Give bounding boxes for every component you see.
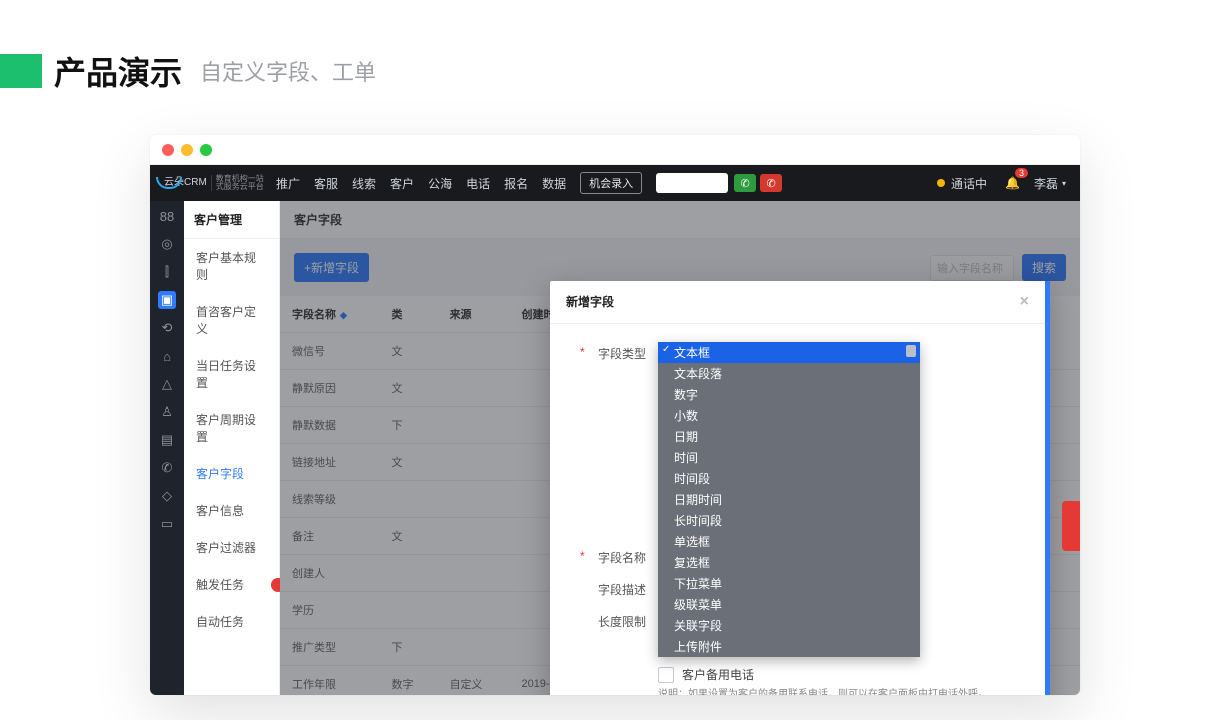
feedback-tab[interactable]: [1062, 501, 1080, 551]
user-menu[interactable]: 李磊 ▾: [1034, 175, 1066, 192]
dropdown-option[interactable]: 日期: [658, 426, 920, 447]
dropdown-option[interactable]: 长时间段: [658, 510, 920, 531]
window-titlebar: [150, 135, 1080, 165]
rail-list-icon[interactable]: ▤: [158, 431, 176, 449]
dropdown-option[interactable]: 日期时间: [658, 489, 920, 510]
rail-user-icon[interactable]: ▣: [158, 291, 176, 309]
backup-phone-label: 客户备用电话: [682, 666, 754, 683]
rail-card-icon[interactable]: ▭: [158, 515, 176, 533]
notifications-button[interactable]: 🔔 3: [1005, 176, 1020, 190]
dropdown-option[interactable]: 数字: [658, 384, 920, 405]
dropdown-option[interactable]: 单选框: [658, 531, 920, 552]
notification-count: 3: [1015, 168, 1028, 178]
dropdown-option[interactable]: 文本框: [658, 342, 920, 363]
nav-item-customer[interactable]: 客户: [390, 175, 414, 192]
submenu-customer-info[interactable]: 客户信息: [184, 492, 279, 529]
field-type-dropdown[interactable]: 文本框文本段落数字小数日期时间时间段日期时间长时间段单选框复选框下拉菜单级联菜单…: [658, 342, 920, 657]
page-subtitle: 自定义字段、工单: [200, 55, 376, 87]
submenu-auto-task[interactable]: 自动任务: [184, 603, 279, 640]
bell-icon: 🔔: [1005, 176, 1020, 190]
icon-rail: 88 ◎ ⫿ ▣ ⟲ ⌂ △ ♙ ▤ ✆ ◇ ▭: [150, 201, 184, 695]
modal-title: 新增字段: [566, 293, 614, 311]
chevron-down-icon: ▾: [1062, 179, 1066, 188]
dropdown-option[interactable]: 时间段: [658, 468, 920, 489]
maximize-window-button[interactable]: [200, 144, 212, 156]
status-dot-icon: [937, 179, 945, 187]
dropdown-option[interactable]: 关联字段: [658, 615, 920, 636]
app-window: 云朵CRM 教育机构一站 式服务云平台 推广 客服 线索 客户 公海 电话 报名…: [150, 135, 1080, 695]
brand-sub2: 式服务云平台: [216, 183, 264, 191]
opportunity-record-button[interactable]: 机会录入: [580, 172, 642, 194]
rail-dashboard-icon[interactable]: 88: [158, 207, 176, 225]
dropdown-option[interactable]: 下拉菜单: [658, 573, 920, 594]
dropdown-option[interactable]: 上传附件: [658, 636, 920, 657]
accent-block: [0, 54, 42, 88]
call-status-label: 通话中: [951, 175, 987, 192]
nav-item-pool[interactable]: 公海: [428, 175, 452, 192]
top-nav: 云朵CRM 教育机构一站 式服务云平台 推广 客服 线索 客户 公海 电话 报名…: [150, 165, 1080, 201]
nav-items: 推广 客服 线索 客户 公海 电话 报名 数据: [276, 175, 566, 192]
nav-item-phone[interactable]: 电话: [466, 175, 490, 192]
submenu-first-consult[interactable]: 首咨客户定义: [184, 293, 279, 347]
nav-item-data[interactable]: 数据: [542, 175, 566, 192]
user-name: 李磊: [1034, 175, 1058, 192]
call-status: 通话中: [937, 175, 987, 192]
brand[interactable]: 云朵CRM 教育机构一站 式服务云平台: [150, 175, 262, 191]
close-window-button[interactable]: [162, 144, 174, 156]
dropdown-option[interactable]: 级联菜单: [658, 594, 920, 615]
nav-item-promo[interactable]: 推广: [276, 175, 300, 192]
rail-refresh-icon[interactable]: ⟲: [158, 319, 176, 337]
dropdown-option[interactable]: 时间: [658, 447, 920, 468]
nav-item-leads[interactable]: 线索: [352, 175, 376, 192]
rail-tag-icon[interactable]: ◇: [158, 487, 176, 505]
modal-close-button[interactable]: ×: [1020, 293, 1029, 311]
label-len-limit: 长度限制: [574, 610, 646, 630]
call-hangup-button[interactable]: ✆: [760, 174, 782, 192]
rail-phone-icon[interactable]: ✆: [158, 459, 176, 477]
label-field-name: 字段名称: [574, 546, 646, 566]
global-search-input[interactable]: [656, 173, 728, 193]
page-title: 产品演示: [54, 48, 182, 94]
new-field-modal: 新增字段 × 字段类型 文本框文本段落数字小数日期时间时间段日期时间长时间段单选…: [550, 281, 1050, 695]
dropdown-option[interactable]: 复选框: [658, 552, 920, 573]
rail-shield-icon[interactable]: ◎: [158, 235, 176, 253]
submenu: 客户管理 客户基本规则 首咨客户定义 当日任务设置 客户周期设置 客户字段 客户…: [184, 201, 280, 695]
submenu-basic-rules[interactable]: 客户基本规则: [184, 239, 279, 293]
rail-home-icon[interactable]: ⌂: [158, 347, 176, 365]
rail-chart-icon[interactable]: ⫿: [158, 263, 176, 281]
backup-phone-checkbox[interactable]: [658, 667, 674, 683]
submenu-trigger-task[interactable]: 触发任务: [184, 566, 279, 603]
label-field-type: 字段类型: [574, 342, 646, 362]
submenu-header: 客户管理: [184, 201, 279, 239]
submenu-daily-task[interactable]: 当日任务设置: [184, 347, 279, 401]
submenu-cycle-setting[interactable]: 客户周期设置: [184, 401, 279, 455]
call-answer-button[interactable]: ✆: [734, 174, 756, 192]
label-field-desc: 字段描述: [574, 578, 646, 598]
minimize-window-button[interactable]: [181, 144, 193, 156]
dropdown-option[interactable]: 小数: [658, 405, 920, 426]
nav-item-service[interactable]: 客服: [314, 175, 338, 192]
help-text-1: 说明：如果设置为客户的备用联系电话，则可以在客户面板中打电话外呼。: [550, 683, 1045, 695]
dropdown-option[interactable]: 文本段落: [658, 363, 920, 384]
nav-item-signup[interactable]: 报名: [504, 175, 528, 192]
main-area: 客户字段 +新增字段 输入字段名称 搜索 字段名称◆ 类 来源 创建时间 更新时…: [280, 201, 1080, 695]
rail-people-icon[interactable]: ♙: [158, 403, 176, 421]
submenu-customer-fields[interactable]: 客户字段: [184, 455, 279, 492]
rail-triangle-icon[interactable]: △: [158, 375, 176, 393]
submenu-filter[interactable]: 客户过滤器: [184, 529, 279, 566]
